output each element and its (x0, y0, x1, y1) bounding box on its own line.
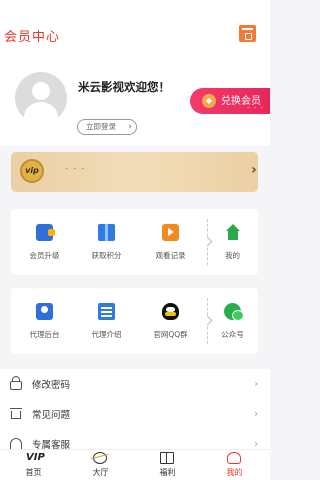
planet-icon (93, 452, 107, 464)
profile-section: 米云影视欢迎您！ 立即登录 › ◆ 兑换会员 - - - (0, 62, 270, 146)
tab-label: 福利 (159, 468, 176, 477)
grid-item-upgrade[interactable]: 会员升级 (17, 209, 72, 275)
document-icon (98, 303, 115, 320)
tab-mine[interactable]: 我的 (201, 450, 268, 480)
qq-icon (162, 303, 179, 320)
grid-item-label: 代理介绍 (91, 330, 122, 339)
feature-grid-1: 会员升级 获取积分 观看记录 我的 (11, 209, 258, 275)
tab-welfare[interactable]: 福利 (134, 450, 201, 480)
vip-card[interactable]: vip - - - › (11, 152, 258, 192)
tab-label: 首页 (25, 468, 42, 477)
avatar-head-shape (32, 82, 50, 100)
menu-item-label: 修改密码 (32, 380, 71, 391)
page-title: 会员中心 (4, 30, 61, 45)
header: 会员中心 (0, 0, 270, 62)
user-icon (227, 452, 241, 464)
grid-item-label: 官网QQ群 (153, 330, 188, 339)
login-button[interactable]: 立即登录 › (77, 119, 137, 135)
login-button-label: 立即登录 (86, 122, 116, 131)
wallet-icon (36, 224, 55, 241)
grid-item-label: 获取积分 (91, 251, 122, 260)
grid-item-mine[interactable]: 我的 (205, 209, 260, 275)
grid-item-label: 代理后台 (29, 330, 60, 339)
menu-item-change-password[interactable]: 修改密码 › (0, 369, 270, 399)
exchange-membership-button[interactable]: ◆ 兑换会员 - - - (190, 88, 270, 114)
grid-item-agent-backend[interactable]: 代理后台 (17, 288, 72, 354)
calendar-icon[interactable] (239, 25, 256, 42)
service-icon (10, 438, 22, 449)
faq-icon (10, 408, 22, 420)
chevron-right-icon: › (254, 437, 259, 449)
grid-item-agent-intro[interactable]: 代理介绍 (79, 288, 134, 354)
feature-grid-2: 代理后台 代理介绍 官网QQ群 公众号 (11, 288, 258, 354)
grid-item-label: 我的 (225, 251, 240, 260)
chevron-right-icon: › (254, 377, 259, 390)
grid-item-qq-group[interactable]: 官网QQ群 (143, 288, 198, 354)
exchange-sub: - - - (247, 104, 265, 112)
vip-home-icon: VIP (26, 452, 45, 463)
agent-icon (36, 303, 53, 320)
wechat-icon (224, 303, 244, 321)
gift-box-icon (160, 452, 174, 464)
tab-home[interactable]: VIP 首页 (0, 450, 67, 480)
grid-item-label: 公众号 (221, 330, 244, 339)
grid-item-history[interactable]: 观看记录 (143, 209, 198, 275)
menu-item-faq[interactable]: 常见问题 › (0, 399, 270, 429)
vip-status-text: - - - (65, 164, 86, 174)
grid-item-label: 观看记录 (155, 251, 186, 260)
grid-item-wechat[interactable]: 公众号 (205, 288, 260, 354)
menu-item-service[interactable]: 专属客服 › (0, 429, 270, 449)
play-icon (162, 224, 179, 241)
chevron-right-icon: › (128, 122, 132, 132)
chevron-right-icon: › (251, 162, 257, 178)
welcome-text: 米云影视欢迎您！ (78, 80, 170, 94)
tab-label: 我的 (226, 468, 243, 477)
diamond-icon: ◆ (202, 94, 216, 108)
avatar-body-shape (24, 102, 58, 124)
tab-hall[interactable]: 大厅 (67, 450, 134, 480)
home-icon (224, 224, 241, 241)
menu-item-label: 专属客服 (32, 440, 71, 449)
avatar[interactable] (15, 72, 67, 124)
tab-label: 大厅 (92, 468, 109, 477)
grid-item-label: 会员升级 (29, 251, 60, 260)
lock-icon (10, 376, 22, 390)
bottom-tab-bar: VIP 首页 大厅 福利 我的 (0, 449, 270, 480)
vip-badge-icon: vip (20, 159, 44, 183)
grid-item-points[interactable]: 获取积分 (79, 209, 134, 275)
chevron-right-icon: › (254, 407, 259, 420)
gift-icon (98, 224, 115, 241)
menu-item-label: 常见问题 (32, 410, 71, 421)
